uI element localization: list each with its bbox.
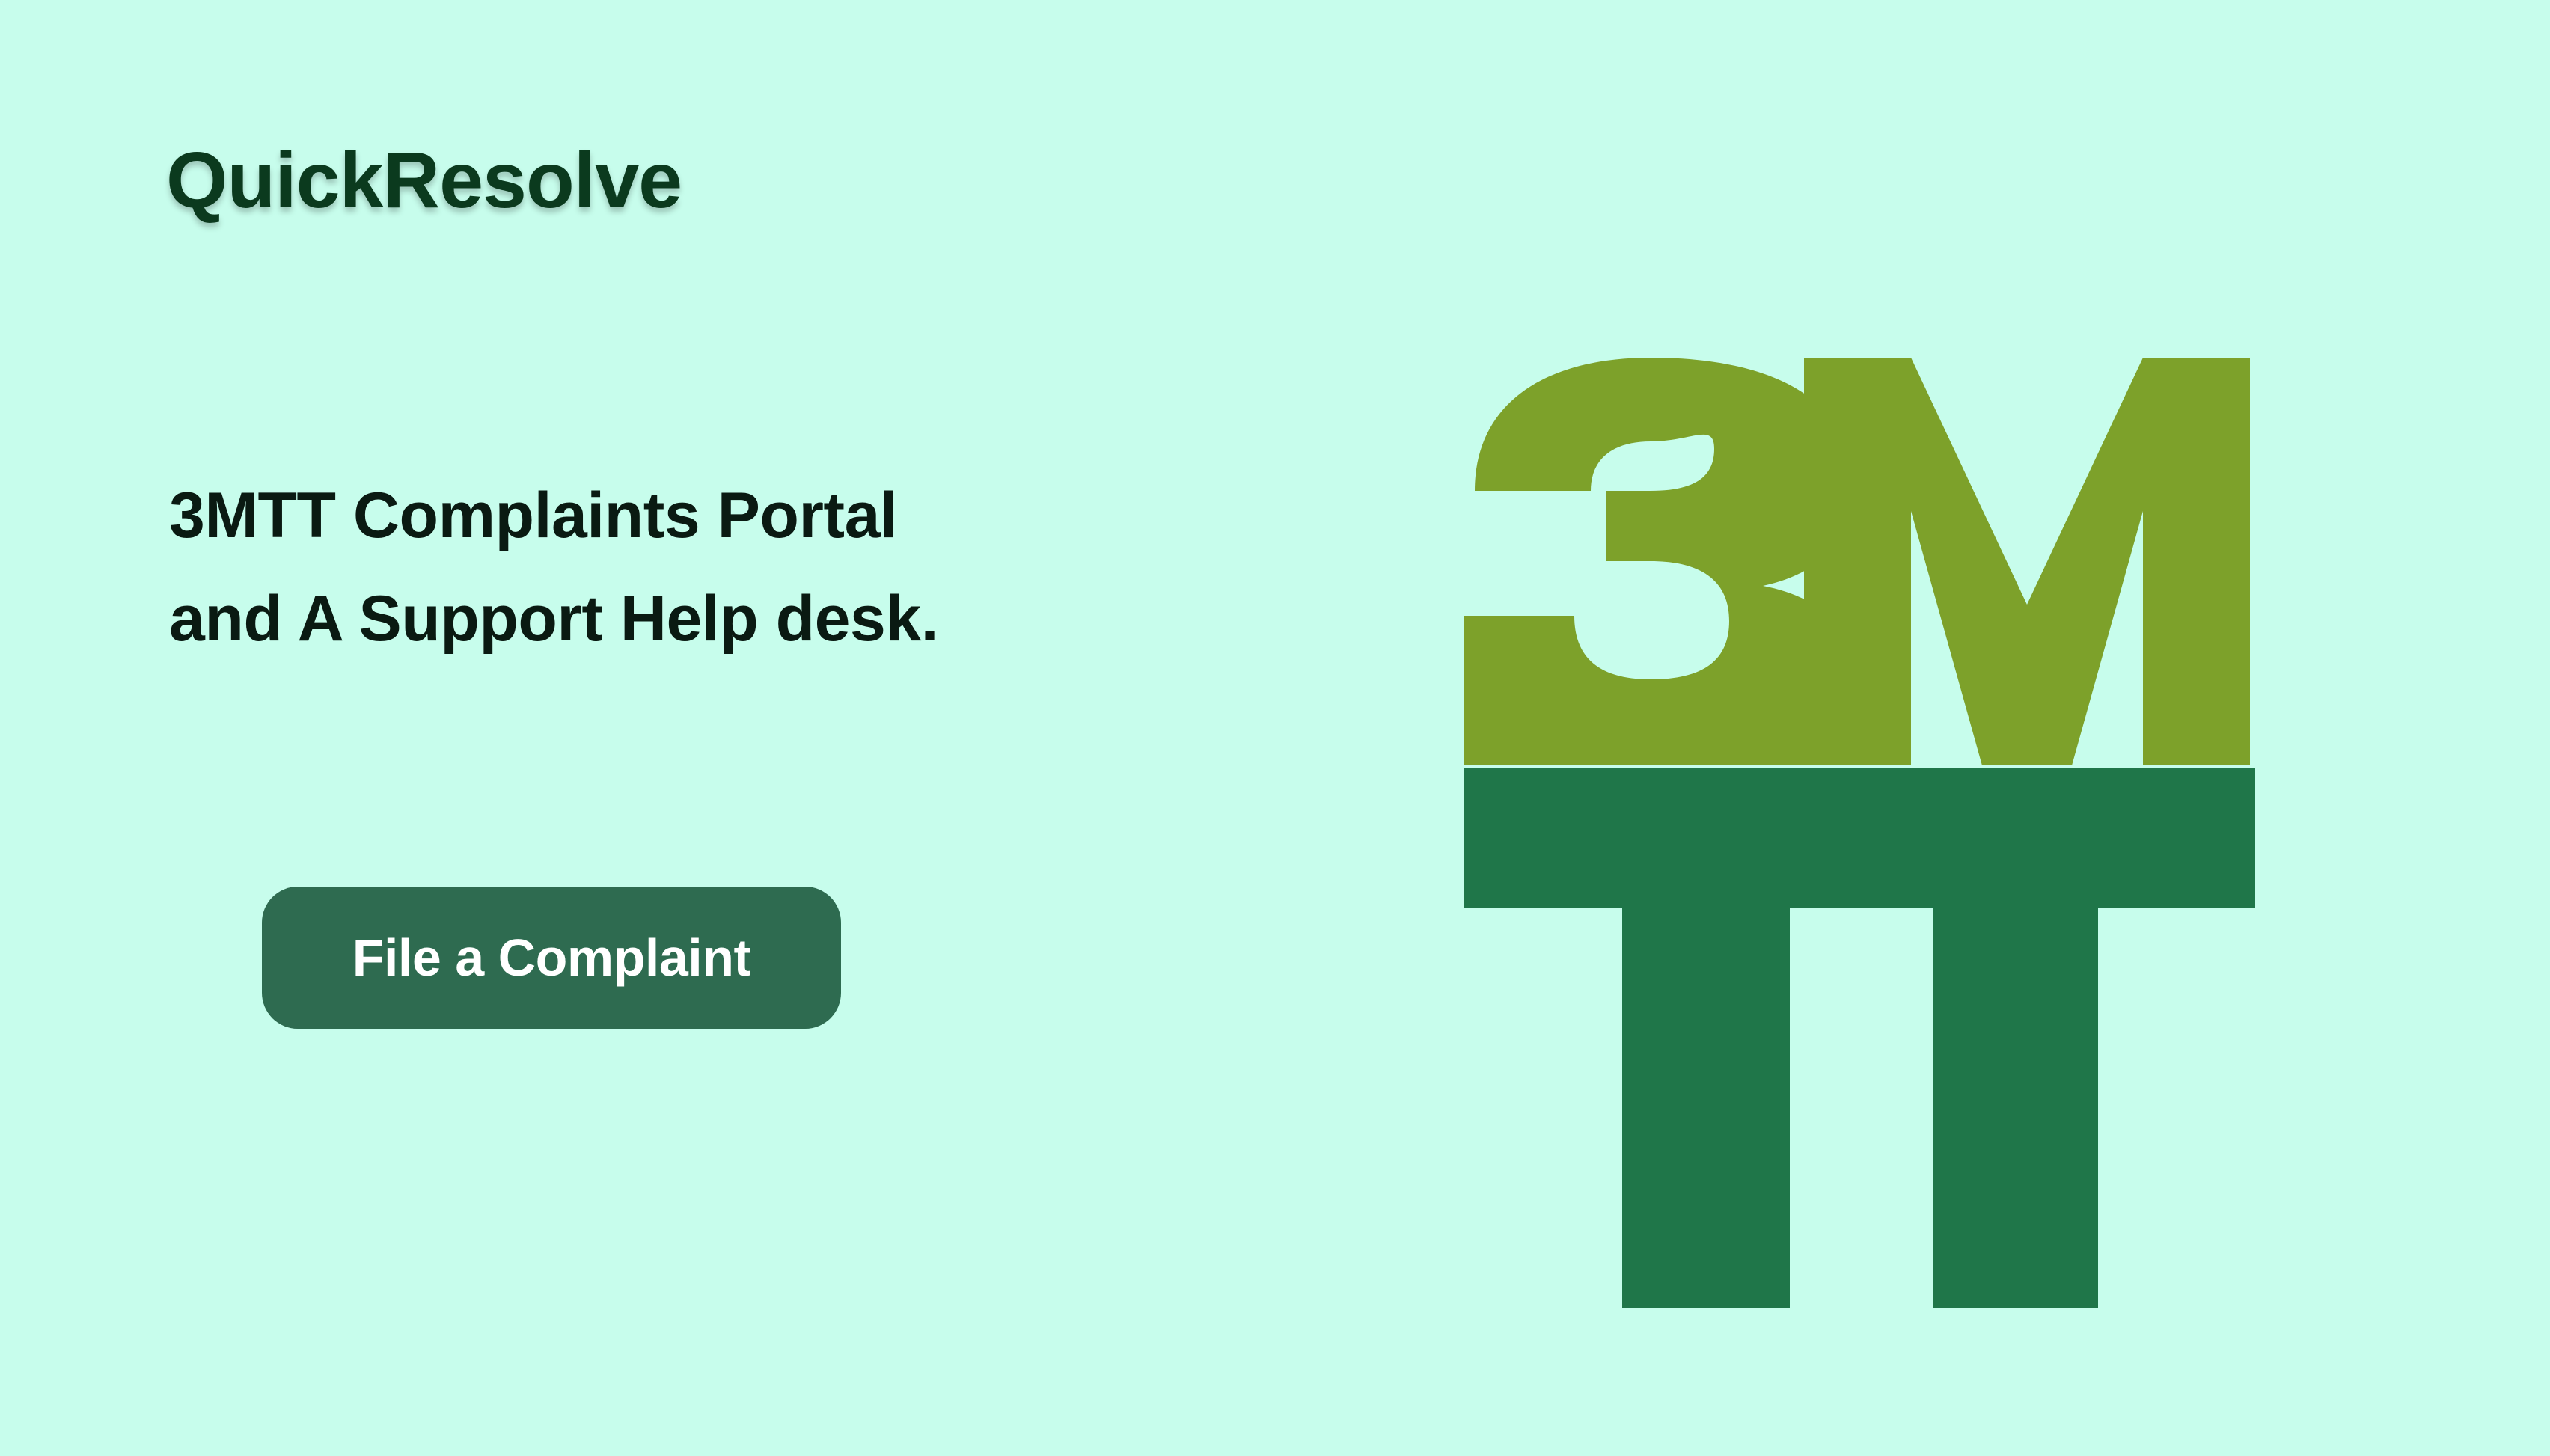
brand-logo-text[interactable]: QuickResolve [166, 141, 682, 220]
logo-glyph-m [1804, 358, 2250, 765]
file-complaint-button[interactable]: File a Complaint [262, 887, 841, 1029]
3mtt-logo [1464, 358, 2255, 1308]
logo-glyph-tt [1464, 768, 2255, 1308]
hero-headline-line-1: 3MTT Complaints Portal [169, 480, 898, 551]
hero-headline: 3MTT Complaints Portal and A Support Hel… [169, 464, 1142, 670]
hero-headline-line-2: and A Support Help desk. [169, 583, 939, 655]
